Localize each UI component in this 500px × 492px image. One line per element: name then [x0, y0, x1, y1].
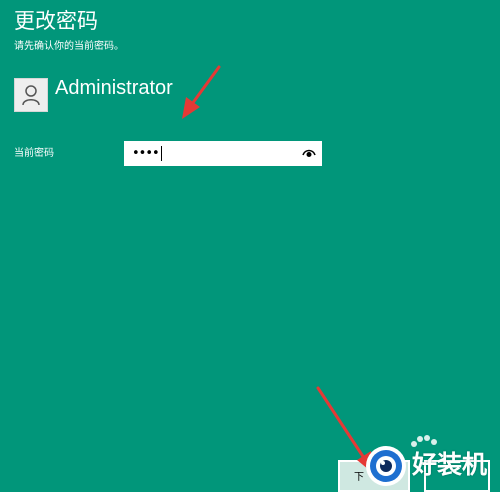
watermark-logo-icon — [366, 446, 406, 486]
current-password-label: 当前密码 — [14, 148, 54, 159]
avatar — [14, 78, 48, 112]
watermark-text: 好装机 — [412, 450, 488, 479]
subtitle: 请先确认你的当前密码。 — [14, 41, 124, 52]
text-caret — [160, 146, 162, 161]
current-password-input[interactable]: •••• — [124, 141, 322, 166]
eye-icon[interactable] — [302, 147, 316, 159]
user-icon — [22, 85, 40, 106]
password-value: •••• — [132, 146, 160, 161]
annotation-arrow-bottom — [316, 386, 374, 474]
watermark: 好装机 — [360, 434, 498, 492]
user-account: Administrator — [14, 77, 173, 112]
page-title: 更改密码 — [14, 9, 98, 33]
username: Administrator — [55, 77, 173, 99]
annotation-arrow-top — [182, 65, 221, 119]
